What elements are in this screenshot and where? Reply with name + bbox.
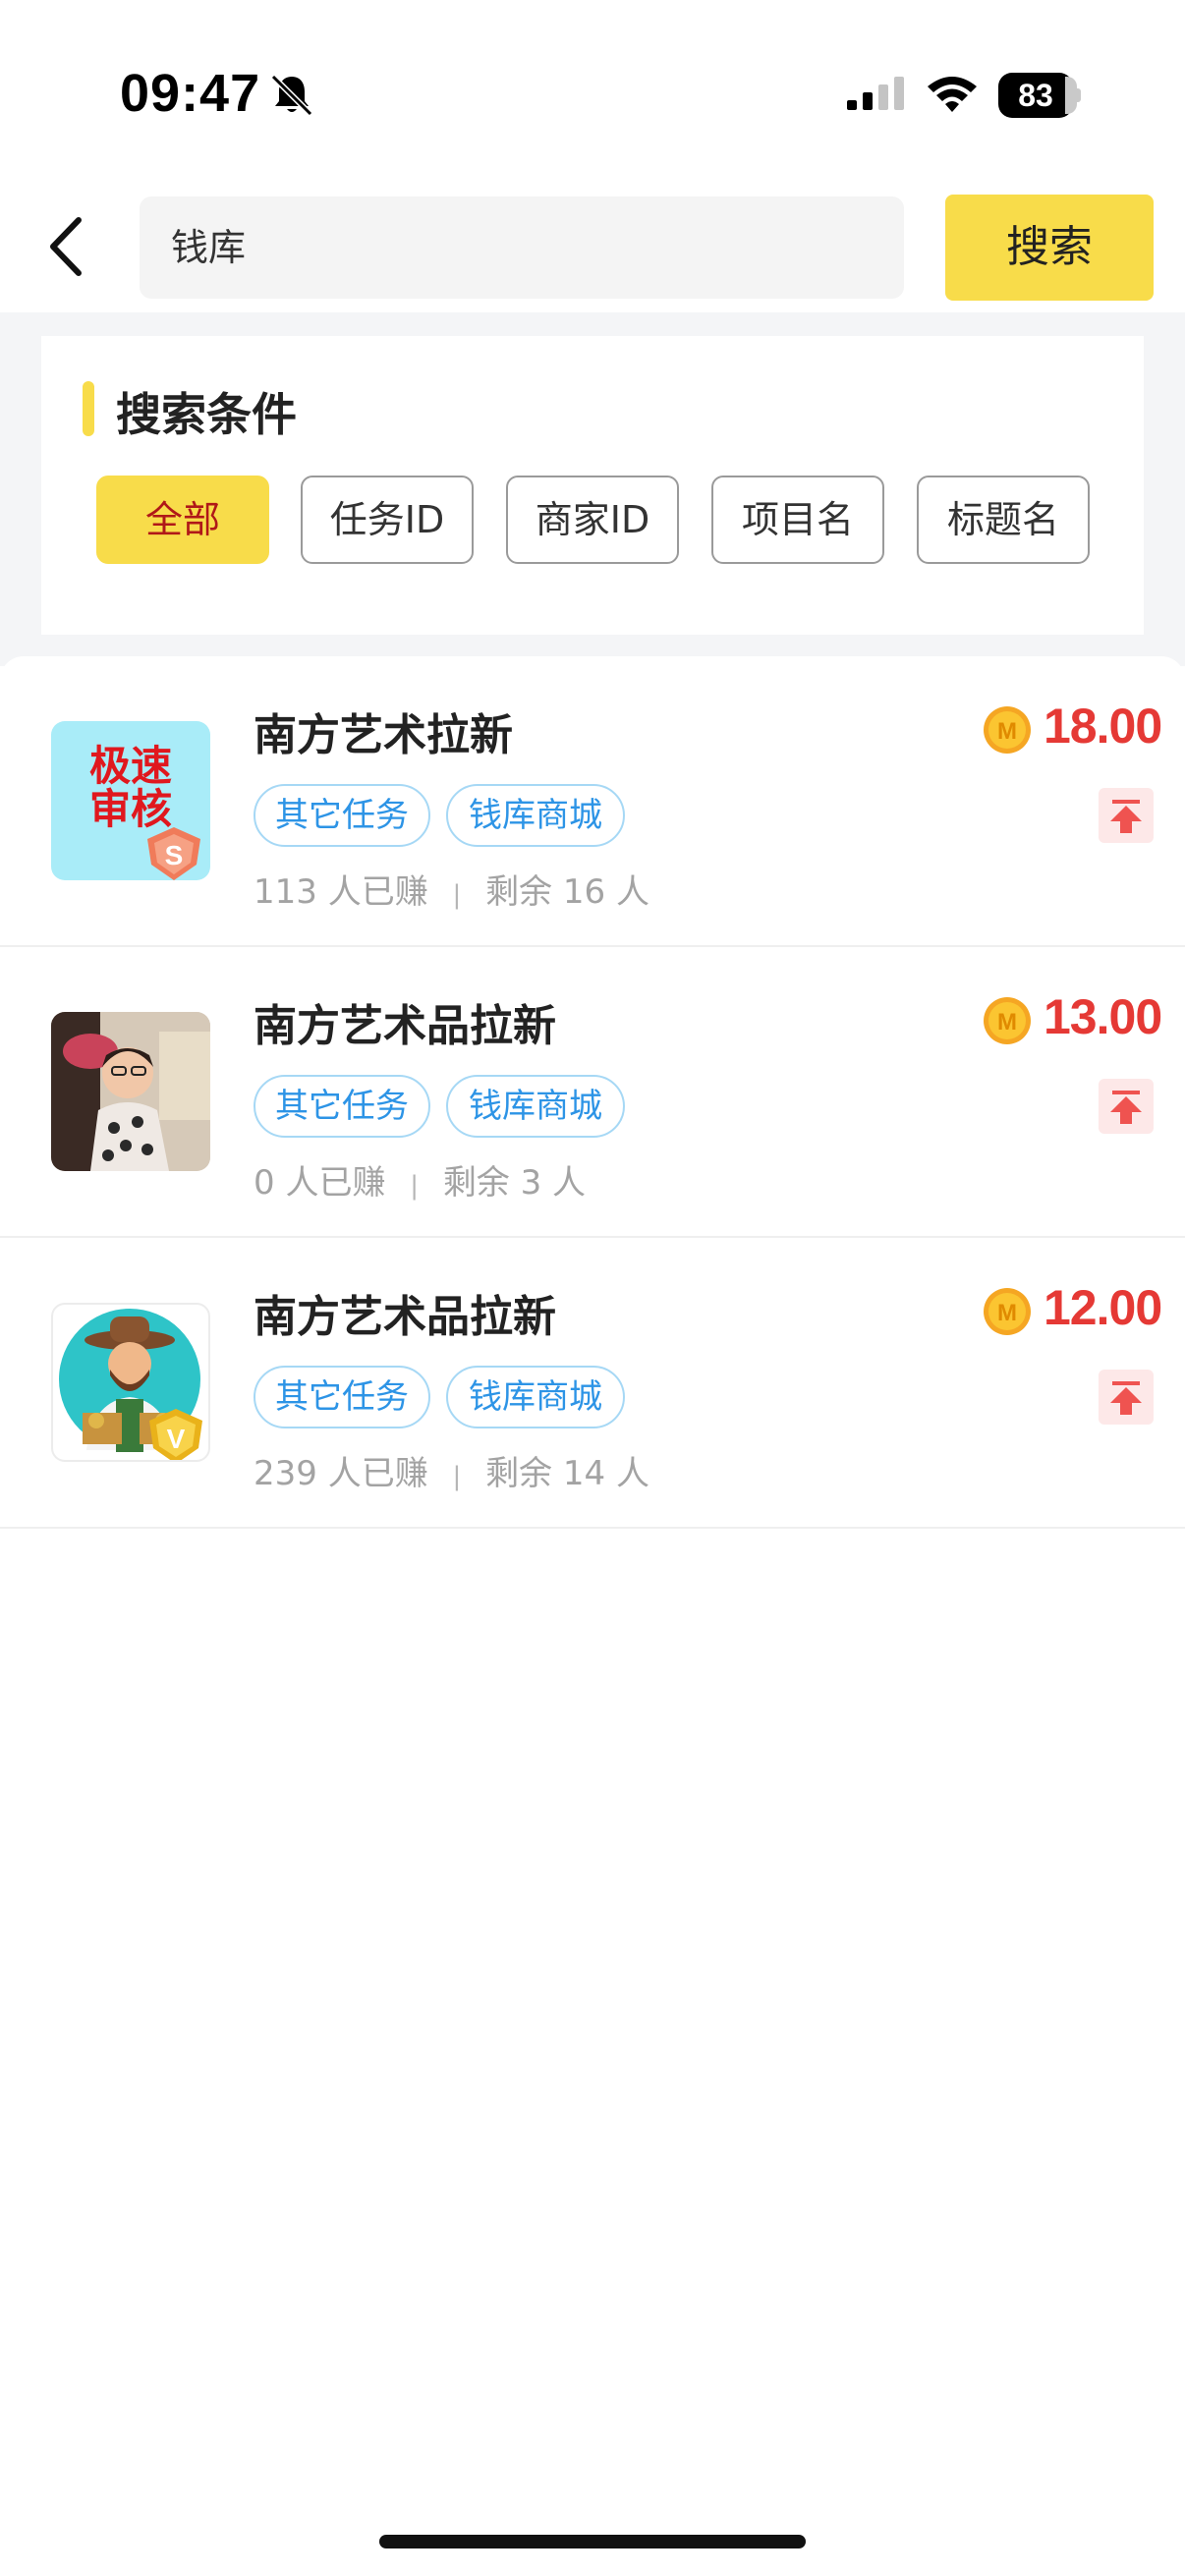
status-time: 09:47 bbox=[120, 64, 261, 123]
filter-title-accent bbox=[83, 381, 94, 436]
task-tag-category: 其它任务 bbox=[254, 1075, 430, 1138]
page: 09:47 83 钱库 搜索 搜索条件 全部 任务ID 商家ID 项目名 标题名… bbox=[0, 0, 1185, 2576]
pin-top-icon bbox=[1110, 800, 1142, 833]
task-stats: 239 人已赚 | 剩余 14 人 bbox=[254, 1446, 649, 1494]
stats-divider: | bbox=[385, 1171, 443, 1201]
task-stats: 113 人已赚 | 剩余 16 人 bbox=[254, 865, 649, 913]
task-list: 极速 审核 S 南方艺术拉新 其它任务 钱库商城 113 人已赚 | 剩余 16… bbox=[0, 656, 1185, 2476]
search-input[interactable]: 钱库 bbox=[140, 196, 904, 299]
task-tag-platform: 钱库商城 bbox=[446, 1366, 625, 1428]
filter-chip-all[interactable]: 全部 bbox=[96, 476, 269, 564]
search-input-value: 钱库 bbox=[171, 226, 247, 269]
pin-top-button[interactable] bbox=[1099, 788, 1154, 843]
coin-icon: M bbox=[984, 1288, 1031, 1335]
task-earned-count: 113 人已赚 bbox=[254, 872, 428, 912]
svg-text:M: M bbox=[997, 718, 1017, 745]
task-price: 13.00 bbox=[1044, 989, 1162, 1044]
filter-chip-task-id[interactable]: 任务ID bbox=[301, 476, 474, 564]
status-bar: 09:47 83 bbox=[0, 0, 1185, 187]
back-icon[interactable] bbox=[43, 214, 92, 279]
stats-divider: | bbox=[427, 1462, 486, 1491]
battery-level: 83 bbox=[1018, 78, 1053, 113]
task-title: 南方艺术品拉新 bbox=[254, 1292, 556, 1342]
pin-top-icon bbox=[1110, 1091, 1142, 1124]
task-remaining-count: 剩余 16 人 bbox=[485, 872, 649, 912]
pin-top-icon bbox=[1110, 1381, 1142, 1415]
task-item[interactable]: 极速 审核 S 南方艺术拉新 其它任务 钱库商城 113 人已赚 | 剩余 16… bbox=[0, 656, 1185, 947]
task-title: 南方艺术拉新 bbox=[254, 710, 513, 760]
task-title: 南方艺术品拉新 bbox=[254, 1001, 556, 1051]
task-thumbnail: V bbox=[51, 1303, 210, 1462]
filter-title: 搜索条件 bbox=[116, 388, 297, 441]
pin-top-button[interactable] bbox=[1099, 1370, 1154, 1425]
task-remaining-count: 剩余 3 人 bbox=[442, 1163, 587, 1203]
coin-icon: M bbox=[984, 706, 1031, 754]
stats-divider: | bbox=[427, 880, 486, 910]
task-thumbnail bbox=[51, 1012, 210, 1171]
task-tag-category: 其它任务 bbox=[254, 1366, 430, 1428]
filter-chip-title-name[interactable]: 标题名 bbox=[917, 476, 1090, 564]
svg-text:S: S bbox=[165, 840, 184, 870]
task-price: 18.00 bbox=[1044, 699, 1162, 754]
child-photo bbox=[51, 1012, 210, 1171]
filter-card: 搜索条件 全部 任务ID 商家ID 项目名 标题名 bbox=[41, 336, 1144, 635]
svg-text:M: M bbox=[997, 1009, 1017, 1036]
home-indicator[interactable] bbox=[379, 2535, 806, 2548]
filter-chip-project-name[interactable]: 项目名 bbox=[711, 476, 884, 564]
task-remaining-count: 剩余 14 人 bbox=[485, 1454, 649, 1493]
svg-text:M: M bbox=[997, 1300, 1017, 1326]
thumbnail-label: 极速 审核 bbox=[88, 742, 172, 833]
task-thumbnail: 极速 审核 S bbox=[51, 721, 210, 880]
task-tag-platform: 钱库商城 bbox=[446, 784, 625, 847]
filter-chip-merchant-id[interactable]: 商家ID bbox=[506, 476, 679, 564]
task-earned-count: 0 人已赚 bbox=[254, 1163, 386, 1203]
shield-badge-icon: S bbox=[147, 827, 200, 880]
battery-icon: 83 bbox=[998, 73, 1081, 118]
pin-top-button[interactable] bbox=[1099, 1079, 1154, 1134]
bell-off-icon bbox=[270, 74, 313, 117]
task-earned-count: 239 人已赚 bbox=[254, 1454, 428, 1493]
task-price: 12.00 bbox=[1044, 1280, 1162, 1335]
task-tag-platform: 钱库商城 bbox=[446, 1075, 625, 1138]
wifi-icon bbox=[928, 77, 977, 112]
coin-icon: M bbox=[984, 997, 1031, 1044]
svg-text:V: V bbox=[167, 1424, 186, 1454]
task-tag-category: 其它任务 bbox=[254, 784, 430, 847]
task-stats: 0 人已赚 | 剩余 3 人 bbox=[254, 1155, 586, 1204]
task-item[interactable]: 南方艺术品拉新 其它任务 钱库商城 0 人已赚 | 剩余 3 人 M 13.00 bbox=[0, 947, 1185, 1238]
search-button[interactable]: 搜索 bbox=[945, 195, 1154, 301]
vip-badge-icon: V bbox=[149, 1409, 202, 1460]
signal-icon bbox=[847, 77, 904, 110]
task-item[interactable]: V 南方艺术品拉新 其它任务 钱库商城 239 人已赚 | 剩余 14 人 M … bbox=[0, 1238, 1185, 1529]
